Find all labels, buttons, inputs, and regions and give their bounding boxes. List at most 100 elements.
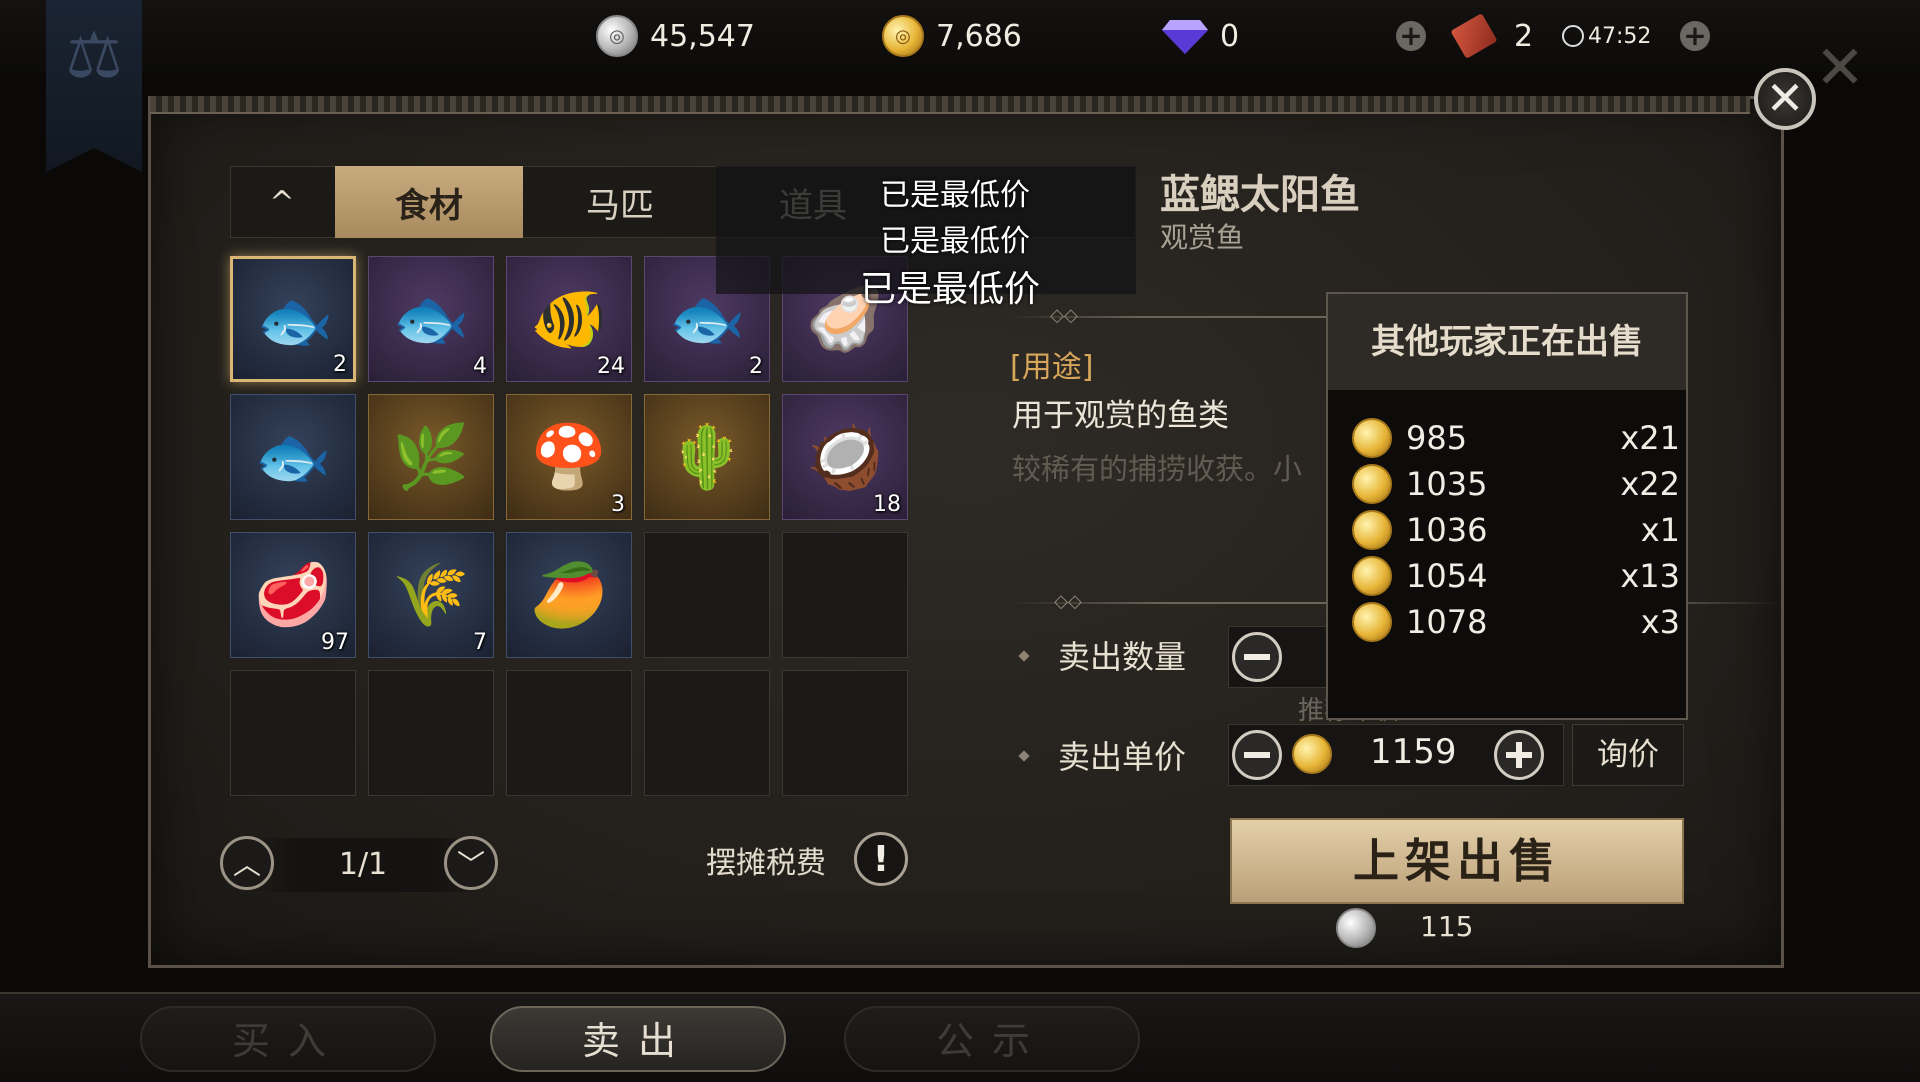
rice-icon: 🌾	[392, 558, 470, 631]
agave-icon: 🌵	[668, 420, 746, 493]
page-indicator: 1/1	[338, 847, 388, 882]
page-up-button[interactable]: ︿	[220, 836, 274, 890]
gold-coin-icon: ◎	[882, 15, 924, 57]
inventory-slot[interactable]: 🌾 7	[368, 532, 494, 658]
seller-quantity: x13	[1620, 557, 1680, 595]
seller-quantity: x3	[1640, 603, 1680, 641]
empty-slot	[644, 670, 770, 796]
divider-ornament: ◇◇	[1050, 305, 1078, 326]
tax-info-icon[interactable]: !	[854, 832, 908, 886]
seller-price: 985	[1406, 419, 1468, 457]
seller-price: 1035	[1406, 465, 1488, 503]
add-currency-button[interactable]: +	[1396, 21, 1426, 51]
outer-close-icon[interactable]: ✕	[1812, 38, 1868, 98]
sell-price-label: 卖出单价	[1058, 738, 1187, 776]
gold-coin-icon	[1352, 464, 1392, 504]
silver-coin-icon: ◎	[596, 15, 638, 57]
divider-ornament: ◇◇	[1054, 591, 1082, 612]
chevron-down-icon: ﹀	[456, 848, 485, 881]
diamond-icon	[1162, 20, 1208, 54]
empty-slot	[230, 670, 356, 796]
gold-coin-icon	[1352, 556, 1392, 596]
scale-icon: ⚖	[65, 19, 123, 93]
gold-coin-icon	[1352, 602, 1392, 642]
ticket-icon	[1450, 13, 1498, 59]
tab-sell[interactable]: 卖出	[490, 1006, 786, 1072]
inventory-slot[interactable]: 🐠 24	[506, 256, 632, 382]
use-label: [用途]	[1010, 350, 1094, 385]
seller-price: 1036	[1406, 511, 1488, 549]
fish-angelfish-icon: 🐠	[530, 282, 608, 355]
panel-trim	[150, 96, 1750, 114]
silver-amount: 45,547	[650, 18, 755, 54]
empty-slot	[782, 532, 908, 658]
cocoa-icon: 🥥	[806, 420, 884, 493]
item-count: 18	[873, 492, 901, 517]
item-category: 观赏鱼	[1160, 221, 1245, 254]
seller-price: 1078	[1406, 603, 1488, 641]
inquire-price-button[interactable]: 询价	[1572, 724, 1684, 786]
inventory-slot[interactable]: 🐟 2	[230, 256, 356, 382]
tab-buy[interactable]: 买入	[140, 1006, 436, 1072]
collapse-tabs-button[interactable]: ^	[232, 166, 332, 238]
ticket-currency: 2	[1450, 13, 1534, 59]
seller-price: 1054	[1406, 557, 1488, 595]
inventory-slot[interactable]: 🥭	[506, 532, 632, 658]
use-description: 用于观赏的鱼类	[1012, 398, 1229, 434]
empty-slot	[368, 670, 494, 796]
add-ticket-button[interactable]: +	[1680, 21, 1710, 51]
inventory-slot[interactable]: 🐟	[230, 394, 356, 520]
clock-icon	[1562, 25, 1584, 47]
item-count: 4	[473, 354, 487, 379]
chevron-up-icon: ︿	[232, 848, 261, 881]
price-plus-button[interactable]	[1494, 730, 1544, 780]
tab-notice[interactable]: 公示	[844, 1006, 1140, 1072]
quantity-minus-button[interactable]	[1232, 632, 1282, 682]
item-count: 7	[473, 630, 487, 655]
item-count: 3	[611, 492, 625, 517]
close-button[interactable]: ✕	[1754, 68, 1816, 130]
inventory-slot[interactable]: 🍄 3	[506, 394, 632, 520]
seller-quantity: x1	[1640, 511, 1680, 549]
gold-coin-icon	[1352, 510, 1392, 550]
fish-grouper-icon: 🐟	[254, 420, 332, 493]
silver-coin-icon	[1336, 908, 1376, 948]
seller-row[interactable]: 1054 x13	[1352, 554, 1690, 598]
gold-amount: 7,686	[936, 18, 1022, 54]
price-minus-button[interactable]	[1232, 730, 1282, 780]
empty-slot	[782, 670, 908, 796]
other-sellers-title: 其他玩家正在出售	[1328, 294, 1686, 390]
page-down-button[interactable]: ﹀	[444, 836, 498, 890]
tab-horses[interactable]: 马匹	[525, 166, 715, 238]
flavor-text: 较稀有的捕捞收获。小	[1012, 452, 1303, 486]
gold-coin-icon	[1352, 418, 1392, 458]
inventory-slot[interactable]: 🌵	[644, 394, 770, 520]
ticket-amount: 2	[1514, 18, 1534, 54]
seller-quantity: x21	[1620, 419, 1680, 457]
listing-fee: 115	[1420, 910, 1474, 943]
meat-icon: 🥩	[254, 558, 332, 631]
inventory-slot[interactable]: 🥩 97	[230, 532, 356, 658]
empty-slot	[506, 670, 632, 796]
seller-row[interactable]: 1035 x22	[1352, 462, 1690, 506]
item-count: 2	[333, 352, 347, 377]
tab-ingredients[interactable]: 食材	[335, 166, 523, 238]
price-value[interactable]: 1159	[1370, 732, 1457, 772]
toast-message: 已是最低价	[880, 224, 1030, 259]
diamond-amount: 0	[1220, 18, 1240, 54]
seller-row[interactable]: 985 x21	[1352, 416, 1690, 460]
timer-text: 47:52	[1588, 23, 1652, 49]
inventory-slot[interactable]: 🐟 4	[368, 256, 494, 382]
ticket-timer: 47:52	[1562, 14, 1651, 58]
seller-row[interactable]: 1036 x1	[1352, 508, 1690, 552]
empty-slot	[644, 532, 770, 658]
gold-currency: ◎ 7,686	[882, 14, 1022, 58]
stall-tax-label: 摆摊税费	[706, 846, 826, 881]
seller-row[interactable]: 1078 x3	[1352, 600, 1690, 644]
item-count: 24	[597, 354, 625, 379]
inventory-slot[interactable]: 🥥 18	[782, 394, 908, 520]
inventory-slot[interactable]: 🌿	[368, 394, 494, 520]
ginseng-icon: 🌿	[392, 420, 470, 493]
diamond-currency: 0	[1162, 14, 1239, 58]
list-for-sale-button[interactable]: 上架出售	[1230, 818, 1684, 904]
